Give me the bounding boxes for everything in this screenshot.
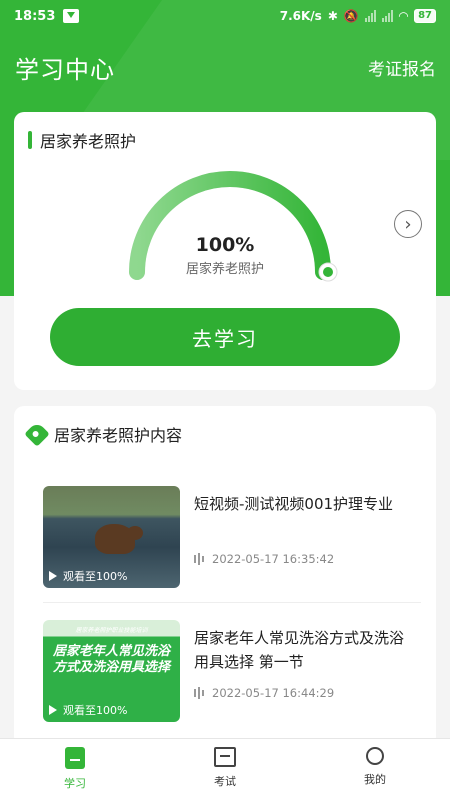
tab-exam[interactable]: 考试 bbox=[150, 739, 300, 800]
bear-image bbox=[95, 524, 143, 554]
watch-progress-text: 观看至100% bbox=[63, 704, 128, 717]
status-time: 18:53 bbox=[14, 8, 56, 24]
video-thumbnail[interactable]: 居家养老照护职业技能培训 居家老年人常见洗浴方式及洗浴用具选择 观看至100% bbox=[43, 620, 180, 722]
item-meta: 2022-05-17 16:44:29 bbox=[194, 686, 334, 700]
tab-label: 学习 bbox=[64, 777, 86, 790]
video-thumbnail[interactable]: 观看至100% bbox=[43, 486, 180, 588]
thumbnail-caption: 居家养老照护职业技能培训 bbox=[75, 627, 148, 634]
divider bbox=[43, 602, 421, 603]
play-icon bbox=[49, 705, 57, 715]
thumbnail-title: 居家老年人常见洗浴方式及洗浴用具选择 bbox=[52, 644, 170, 675]
signal-icon-2 bbox=[381, 10, 393, 22]
network-speed: 7.6K/s bbox=[279, 9, 322, 23]
bottom-nav: 学习 考试 我的 bbox=[0, 738, 450, 800]
chevron-right-icon[interactable]: › bbox=[394, 210, 422, 238]
mute-icon: 🔕 bbox=[343, 9, 359, 23]
tab-label: 考试 bbox=[214, 775, 236, 788]
battery-icon: 87 bbox=[414, 9, 436, 23]
exam-registration-link[interactable]: 考证报名 bbox=[368, 55, 436, 80]
user-icon bbox=[366, 747, 384, 765]
stats-icon bbox=[194, 687, 204, 699]
progress-label: 居家养老照护 bbox=[185, 262, 264, 277]
bluetooth-icon: ✱ bbox=[327, 9, 338, 23]
signal-icon bbox=[364, 10, 376, 22]
tab-study[interactable]: 学习 bbox=[0, 739, 150, 800]
course-content-card: 居家养老照护内容 观看至100% 短视频-测试视频001护理专业 2022-05… bbox=[14, 406, 436, 746]
list-item[interactable]: 居家养老照护职业技能培训 居家老年人常见洗浴方式及洗浴用具选择 观看至100% … bbox=[14, 612, 436, 730]
stats-icon bbox=[194, 553, 204, 565]
content-heading: 居家养老照护内容 bbox=[24, 421, 183, 447]
accent-bar bbox=[28, 131, 32, 149]
watch-progress: 观看至100% bbox=[49, 568, 127, 584]
item-date: 2022-05-17 16:35:42 bbox=[212, 552, 335, 566]
progress-percent: 100% bbox=[195, 234, 255, 256]
list-item[interactable]: 观看至100% 短视频-测试视频001护理专业 2022-05-17 16:35… bbox=[14, 478, 436, 596]
item-meta: 2022-05-17 16:35:42 bbox=[194, 552, 334, 566]
go-study-button[interactable]: 去学习 bbox=[50, 308, 400, 366]
course-title: 居家养老照护 bbox=[40, 132, 137, 151]
tag-icon bbox=[24, 421, 50, 447]
course-progress-card: 居家养老照护 100% 居家养老照护 › 去学习 bbox=[14, 112, 436, 390]
play-icon bbox=[49, 571, 57, 581]
tab-label: 我的 bbox=[364, 773, 386, 786]
wifi-icon: ◠ bbox=[398, 9, 409, 23]
item-title: 居家老年人常见洗浴方式及洗浴用具选择 第一节 bbox=[194, 629, 405, 671]
item-title: 短视频-测试视频001护理专业 bbox=[194, 495, 394, 513]
download-icon bbox=[63, 9, 80, 23]
exam-icon bbox=[214, 747, 236, 767]
item-date: 2022-05-17 16:44:29 bbox=[212, 686, 335, 700]
tab-mine[interactable]: 我的 bbox=[300, 739, 450, 800]
content-title: 居家养老照护内容 bbox=[54, 426, 183, 445]
watch-progress-text: 观看至100% bbox=[63, 570, 128, 583]
watch-progress: 观看至100% bbox=[49, 702, 127, 718]
status-bar: 18:53 7.6K/s ✱ 🔕 ◠ 87 bbox=[0, 0, 450, 32]
book-icon bbox=[65, 747, 85, 769]
course-heading: 居家养老照护 bbox=[28, 128, 136, 152]
page-title: 学习中心 bbox=[15, 56, 115, 84]
